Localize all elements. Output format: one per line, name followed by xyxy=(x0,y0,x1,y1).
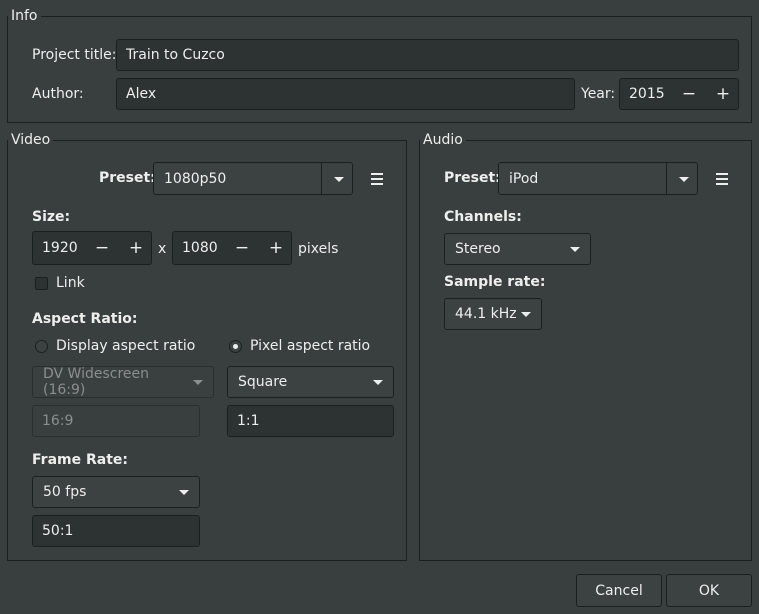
display-aspect-combo[interactable]: DV Widescreen (16:9) xyxy=(32,366,214,398)
pixel-aspect-ratio-value: 1:1 xyxy=(237,413,260,429)
sample-rate-label: Sample rate: xyxy=(444,274,546,290)
audio-preset-value: iPod xyxy=(509,170,539,187)
chevron-down-icon xyxy=(570,246,580,252)
pixel-aspect-radio[interactable] xyxy=(229,340,242,353)
width-value: 1920 xyxy=(42,240,78,256)
display-aspect-ratio-input[interactable]: 16:9 xyxy=(32,405,200,437)
height-value: 1080 xyxy=(182,240,218,256)
chevron-down-icon xyxy=(179,489,189,495)
size-label: Size: xyxy=(32,209,71,225)
author-value: Alex xyxy=(126,86,157,102)
pixel-aspect-combo[interactable]: Square xyxy=(227,366,394,398)
video-frame-label: Video xyxy=(8,132,54,148)
display-aspect-ratio-value: 16:9 xyxy=(42,413,74,429)
year-decrement-button[interactable]: − xyxy=(672,79,706,109)
width-increment-button[interactable]: + xyxy=(119,232,153,264)
cancel-button[interactable]: Cancel xyxy=(576,574,662,607)
aspect-ratio-label: Aspect Ratio: xyxy=(32,311,138,327)
display-aspect-radio[interactable] xyxy=(35,340,48,353)
pixels-label: pixels xyxy=(298,241,339,257)
video-preset-value: 1080p50 xyxy=(164,170,227,187)
ok-button[interactable]: OK xyxy=(666,574,752,607)
chevron-down-icon xyxy=(679,177,689,182)
ok-button-label: OK xyxy=(698,582,720,599)
audio-frame-label: Audio xyxy=(420,132,466,148)
frame-rate-ratio-input[interactable]: 50:1 xyxy=(32,515,200,547)
year-increment-button[interactable]: + xyxy=(706,79,740,109)
frame-rate-label: Frame Rate: xyxy=(32,452,128,468)
audio-preset-label: Preset: xyxy=(444,170,501,186)
radio-selected-dot xyxy=(233,344,238,349)
height-increment-button[interactable]: + xyxy=(259,232,293,264)
pixel-aspect-ratio-input[interactable]: 1:1 xyxy=(227,405,394,437)
channels-label: Channels: xyxy=(444,209,522,225)
combo-divider xyxy=(666,163,667,194)
channels-combo[interactable]: Stereo xyxy=(444,233,591,265)
channels-value: Stereo xyxy=(455,241,501,257)
sample-rate-value: 44.1 kHz xyxy=(455,306,517,322)
year-spinbutton[interactable]: 2015 − + xyxy=(619,78,739,110)
audio-preset-combo[interactable]: iPod xyxy=(498,162,698,195)
project-title-input[interactable]: Train to Cuzco xyxy=(116,39,739,71)
size-x-label: x xyxy=(158,241,167,257)
video-preset-combo[interactable]: 1080p50 xyxy=(153,162,353,195)
pixel-aspect-value: Square xyxy=(238,374,288,390)
video-preset-menu-icon[interactable] xyxy=(371,173,383,185)
chevron-down-icon xyxy=(373,379,383,385)
chevron-down-icon xyxy=(193,379,203,385)
height-decrement-button[interactable]: − xyxy=(225,232,259,264)
link-checkbox[interactable] xyxy=(35,277,48,290)
author-label: Author: xyxy=(32,86,84,102)
display-aspect-label[interactable]: Display aspect ratio xyxy=(56,337,195,355)
audio-preset-menu-icon[interactable] xyxy=(716,173,728,185)
cancel-button-label: Cancel xyxy=(595,582,643,599)
chevron-down-icon xyxy=(521,311,531,317)
project-title-label: Project title: xyxy=(32,47,117,63)
chevron-down-icon xyxy=(334,177,344,182)
width-spinbutton[interactable]: 1920 − + xyxy=(32,231,152,265)
author-input[interactable]: Alex xyxy=(116,78,575,110)
year-value: 2015 xyxy=(629,86,665,102)
sample-rate-combo[interactable]: 44.1 kHz xyxy=(444,298,542,330)
display-aspect-value: DV Widescreen (16:9) xyxy=(43,366,150,398)
frame-rate-ratio-value: 50:1 xyxy=(42,523,74,539)
pixel-aspect-label[interactable]: Pixel aspect ratio xyxy=(250,337,370,355)
height-spinbutton[interactable]: 1080 − + xyxy=(172,231,292,265)
combo-divider xyxy=(321,163,322,194)
frame-rate-combo[interactable]: 50 fps xyxy=(32,476,200,508)
frame-rate-value: 50 fps xyxy=(43,484,87,500)
link-label[interactable]: Link xyxy=(56,274,85,292)
width-decrement-button[interactable]: − xyxy=(85,232,119,264)
video-preset-label: Preset: xyxy=(99,170,156,186)
project-title-value: Train to Cuzco xyxy=(126,47,225,63)
audio-frame xyxy=(419,140,752,561)
info-frame-label: Info xyxy=(8,8,41,24)
year-label: Year: xyxy=(581,86,616,102)
